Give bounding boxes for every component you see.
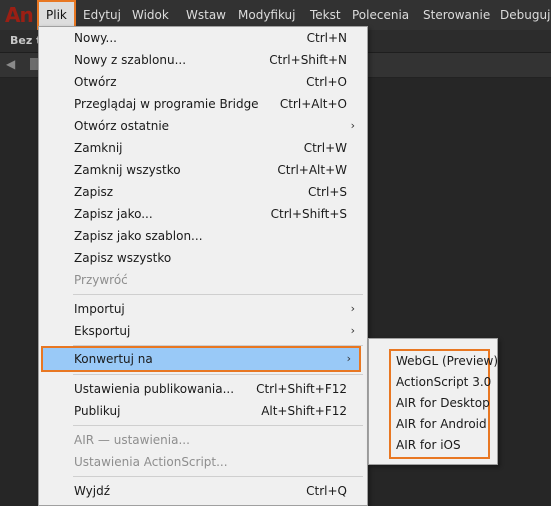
submenu-arrow-icon: › <box>350 119 355 132</box>
menu-item-label: Zapisz <box>74 185 114 199</box>
menu-item-save-as-template[interactable]: Zapisz jako szablon... <box>39 225 367 247</box>
menu-item-shortcut: Ctrl+Alt+W <box>277 163 347 177</box>
menu-item-publish[interactable]: Publikuj Alt+Shift+F12 <box>39 400 367 422</box>
menu-item-shortcut: Ctrl+W <box>303 141 347 155</box>
submenu-item-air-android[interactable]: AIR for Android <box>396 414 487 434</box>
menu-item-label: Publikuj <box>74 404 121 418</box>
menu-item-shortcut: Ctrl+Shift+N <box>269 53 347 67</box>
menu-item-publish-settings[interactable]: Ustawienia publikowania... Ctrl+Shift+F1… <box>39 378 367 400</box>
menu-item-label: Wyjdź <box>74 484 111 498</box>
menu-item-save[interactable]: Zapisz Ctrl+S <box>39 181 367 203</box>
menu-separator <box>73 374 363 375</box>
menu-item-close[interactable]: Zamknij Ctrl+W <box>39 137 367 159</box>
menu-item-convert-to[interactable]: Konwertuj na › <box>41 346 361 372</box>
menu-item-label: Zapisz jako... <box>74 207 153 221</box>
app-logo: An <box>5 3 34 27</box>
menu-item-shortcut: Ctrl+Shift+S <box>270 207 347 221</box>
submenu-item-air-desktop[interactable]: AIR for Desktop <box>396 393 490 413</box>
submenu-item-air-ios[interactable]: AIR for iOS <box>396 435 461 455</box>
menu-debug[interactable]: Debuguj <box>500 0 550 30</box>
menu-item-label: Nowy... <box>74 31 117 45</box>
menu-item-revert: Przywróć <box>39 269 367 291</box>
menu-item-label: Eksportuj <box>74 324 131 338</box>
file-menu-dropdown: Nowy... Ctrl+N Nowy z szablonu... Ctrl+S… <box>38 26 368 506</box>
submenu-item-actionscript3[interactable]: ActionScript 3.0 <box>396 372 491 392</box>
menu-item-label: Przeglądaj w programie Bridge <box>74 97 259 111</box>
menu-separator <box>73 294 363 295</box>
menu-item-label: Ustawienia ActionScript... <box>74 455 228 469</box>
menu-item-label: Konwertuj na <box>74 352 153 366</box>
menu-item-new[interactable]: Nowy... Ctrl+N <box>39 27 367 49</box>
menu-item-browse-in-bridge[interactable]: Przeglądaj w programie Bridge Ctrl+Alt+O <box>39 93 367 115</box>
menu-item-new-from-template[interactable]: Nowy z szablonu... Ctrl+Shift+N <box>39 49 367 71</box>
menu-separator <box>73 425 363 426</box>
menu-item-export[interactable]: Eksportuj › <box>39 320 367 342</box>
menu-item-import[interactable]: Importuj › <box>39 298 367 320</box>
menu-item-shortcut: Ctrl+O <box>306 75 347 89</box>
back-arrow-icon[interactable]: ◀ <box>6 57 15 71</box>
menu-item-shortcut: Ctrl+Alt+O <box>279 97 347 111</box>
menu-item-label: Zapisz wszystko <box>74 251 172 265</box>
menu-item-label: Ustawienia publikowania... <box>74 382 235 396</box>
menu-item-shortcut: Alt+Shift+F12 <box>261 404 347 418</box>
submenu-arrow-icon: › <box>346 352 351 365</box>
convert-to-submenu: WebGL (Preview) ActionScript 3.0 AIR for… <box>368 338 498 465</box>
menu-item-label: Nowy z szablonu... <box>74 53 187 67</box>
menu-control[interactable]: Sterowanie <box>423 0 490 30</box>
menu-item-label: Zamknij <box>74 141 123 155</box>
submenu-item-webgl[interactable]: WebGL (Preview) <box>396 351 498 371</box>
menu-item-label: Zamknij wszystko <box>74 163 181 177</box>
menu-item-label: Importuj <box>74 302 125 316</box>
menu-item-label: Otwórz <box>74 75 117 89</box>
menu-item-shortcut: Ctrl+Shift+F12 <box>256 382 347 396</box>
menu-item-label: Zapisz jako szablon... <box>74 229 203 243</box>
menu-item-shortcut: Ctrl+Q <box>306 484 347 498</box>
menu-item-label: AIR — ustawienia... <box>74 433 190 447</box>
menu-item-label: Otwórz ostatnie <box>74 119 170 133</box>
menu-item-open[interactable]: Otwórz Ctrl+O <box>39 71 367 93</box>
menu-item-exit[interactable]: Wyjdź Ctrl+Q <box>39 480 367 502</box>
menu-item-open-recent[interactable]: Otwórz ostatnie › <box>39 115 367 137</box>
submenu-arrow-icon: › <box>350 324 355 337</box>
menu-item-close-all[interactable]: Zamknij wszystko Ctrl+Alt+W <box>39 159 367 181</box>
menu-item-save-as[interactable]: Zapisz jako... Ctrl+Shift+S <box>39 203 367 225</box>
menu-item-shortcut: Ctrl+N <box>306 31 347 45</box>
menu-item-air-settings: AIR — ustawienia... <box>39 429 367 451</box>
menu-item-shortcut: Ctrl+S <box>307 185 347 199</box>
menu-item-label: Przywróć <box>74 273 128 287</box>
submenu-arrow-icon: › <box>350 302 355 315</box>
menu-separator <box>73 345 363 346</box>
menu-item-actionscript-settings: Ustawienia ActionScript... <box>39 451 367 473</box>
menu-item-save-all[interactable]: Zapisz wszystko <box>39 247 367 269</box>
menu-separator <box>73 476 363 477</box>
